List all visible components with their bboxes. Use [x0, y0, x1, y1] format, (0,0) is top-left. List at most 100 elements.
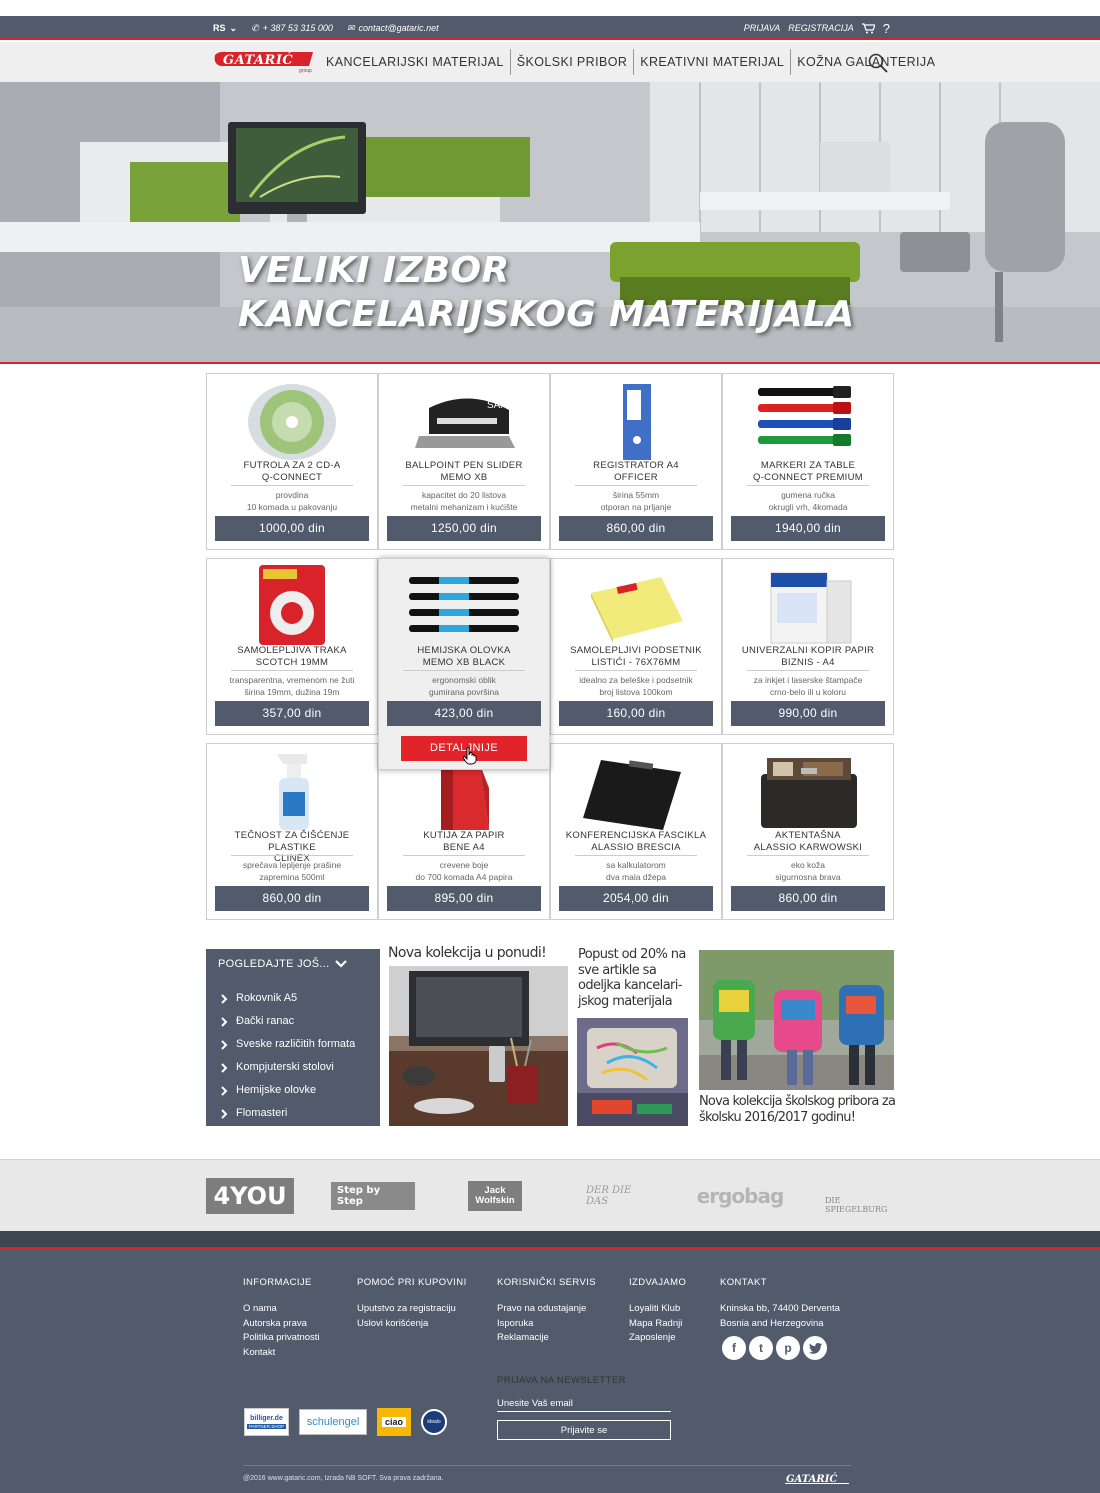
register-link[interactable]: REGISTRACIJA [788, 23, 854, 33]
footer-link-stores-map[interactable]: Mapa Radnji [629, 1317, 686, 1332]
footer-link-loyalty[interactable]: Loyaliti Klub [629, 1302, 686, 1317]
product-description: sprečava lepljenje prašine zapremina 500m… [213, 860, 371, 883]
product-name-line-1: UNIVERZALNI KOPIR PAPIR [741, 645, 875, 656]
product-price-button[interactable]: 357,00 din [215, 701, 369, 726]
brand-step-by-step[interactable]: Step by Step [331, 1178, 415, 1214]
badge-ciao[interactable]: ciao [377, 1408, 411, 1436]
product-desc-line-1: idealno za beleške i podsetnik [579, 675, 693, 685]
brand-spiegelburg[interactable]: DIE SPIEGELBURG [825, 1178, 899, 1214]
footer-logo[interactable]: GATARIĆ [785, 1471, 851, 1485]
product-price-button[interactable]: 860,00 din [731, 886, 885, 911]
product-card[interactable]: TEČNOST ZA ČIŠĆENJE PLASTIKE CLINEX spreča… [206, 743, 378, 920]
promo-image-kids[interactable] [699, 950, 894, 1090]
product-name-line-2: MEMO XB [440, 471, 488, 483]
product-card[interactable]: UNIVERZALNI KOPIR PAPIR BIZNIS - A4 za ink… [722, 558, 894, 735]
product-description: širina 55mm otporan na prljanje [557, 490, 715, 513]
nav-item-leather[interactable]: KOŽNA GALANTERIJA [791, 49, 941, 75]
more-links-item[interactable]: Đački ranac [220, 1010, 355, 1033]
chevron-down-icon[interactable] [334, 957, 348, 971]
more-links-item[interactable]: Rokovnik A5 [220, 987, 355, 1010]
login-link[interactable]: PRIJAVA [744, 23, 781, 33]
search-icon[interactable] [868, 53, 888, 73]
gataric-logo[interactable]: GATARIĆ group [213, 51, 315, 74]
product-card[interactable]: SAX BALLPOINT PEN SLIDER MEMO XB kapacitet … [378, 373, 550, 550]
promo-image-clips[interactable] [577, 1018, 688, 1126]
footer-link-terms[interactable]: Uslovi korišćenja [357, 1317, 467, 1332]
product-card[interactable]: KONFERENCIJSKA FASCIKLA ALASSIO BRESCIA sa… [550, 743, 722, 920]
product-price-button[interactable]: 860,00 din [215, 886, 369, 911]
brand-jack-wolfskin[interactable]: Jack Wolfskin [467, 1178, 523, 1214]
hero-banner[interactable]: VELIKI IZBOR KANCELARIJSKOG MATERIJALA [0, 82, 1100, 364]
badge-idealo[interactable]: idealo [421, 1409, 447, 1435]
product-card[interactable]: SAMOLEPLJIVI PODSETNIK LISTIĆI - 76X76mm i… [550, 558, 722, 735]
promo-image-desk[interactable] [389, 966, 568, 1126]
brand-ergobag[interactable]: ergobag [697, 1178, 785, 1214]
footer-link-registration[interactable]: Uputstvo za registraciju [357, 1302, 467, 1317]
help-icon[interactable]: ? [883, 21, 890, 36]
footer-link-about[interactable]: O nama [243, 1302, 320, 1317]
product-card[interactable]: HEMIJSKA OLOVKA MEMO XB BLACK ergonomski o… [378, 558, 550, 770]
footer-link-privacy[interactable]: Politika privatnosti [243, 1331, 320, 1346]
pinterest-icon[interactable]: p [776, 1336, 800, 1360]
product-name-line-2: Q-CONNECT PREMIUM [753, 471, 863, 483]
product-card[interactable]: AKTENTAŠNA ALASSIO KARWOWSKI eko koža sigur… [722, 743, 894, 920]
footer-col-help: POMOĆ PRI KUPOVINI Uputstvo za registrac… [357, 1277, 467, 1331]
footer-link-withdrawal[interactable]: Pravo na odustajanje [497, 1302, 596, 1317]
nav-item-office[interactable]: KANCELARIJSKI MATERIJAL [320, 49, 511, 75]
more-links-item[interactable]: Sveske različitih formata [220, 1033, 355, 1056]
footer-link-contact[interactable]: Kontakt [243, 1346, 320, 1361]
product-price-button[interactable]: 895,00 din [387, 886, 541, 911]
product-card[interactable]: REGISTRATOR A4 OFFICER širina 55mm otporan … [550, 373, 722, 550]
more-links-item[interactable]: Hemijske olovke [220, 1079, 355, 1102]
product-price-button[interactable]: 1250,00 din [387, 516, 541, 541]
hero-line-1: VELIKI IZBOR [238, 250, 510, 291]
twitter-icon[interactable] [803, 1336, 827, 1360]
brand-4you[interactable]: 4YOU [206, 1178, 294, 1214]
product-price-button[interactable]: 160,00 din [559, 701, 713, 726]
product-desc-line-1: ergonomski oblik [432, 675, 496, 685]
product-name-line-2: MEMO XB BLACK [422, 656, 506, 668]
tumblr-icon[interactable]: t [749, 1336, 773, 1360]
badge-schulengel[interactable]: schulengel [299, 1409, 367, 1435]
product-card[interactable]: SAMOLEPLJIVA TRAKA SCOTCH 19mm transparent… [206, 558, 378, 735]
product-card[interactable]: FUTROLA ZA 2 CD-A Q-CONNECT provdina 10 kom… [206, 373, 378, 550]
language-selector[interactable]: RS ⌄ [213, 23, 237, 34]
product-name: SAMOLEPLJIVA TRAKA SCOTCH 19mm [215, 645, 369, 668]
product-description: ergonomski oblik gumirana površina [385, 675, 543, 698]
footer-link-delivery[interactable]: Isporuka [497, 1317, 596, 1332]
product-description: idealno za beleške i podsetnik broj listo… [557, 675, 715, 698]
newsletter-subscribe-button[interactable]: Prijavite se [497, 1420, 671, 1440]
more-links-item[interactable]: Kompjuterski stolovi [220, 1056, 355, 1079]
product-name: HEMIJSKA OLOVKA MEMO XB BLACK [387, 645, 541, 668]
nav-item-creative[interactable]: KREATIVNI MATERIJAL [634, 49, 792, 75]
footer-link-jobs[interactable]: Zaposlenje [629, 1331, 686, 1346]
product-price-button[interactable]: 423,00 din [387, 701, 541, 726]
footer: INFORMACIJE O nama Autorska prava Politi… [0, 1231, 1100, 1493]
product-price-button[interactable]: 1000,00 din [215, 516, 369, 541]
product-name: AKTENTAŠNA ALASSIO KARWOWSKI [731, 830, 885, 853]
product-name: REGISTRATOR A4 OFFICER [559, 460, 713, 483]
footer-address-line-2: Bosnia and Herzegovina [720, 1317, 824, 1329]
product-price-button[interactable]: 860,00 din [559, 516, 713, 541]
product-price-button[interactable]: 1940,00 din [731, 516, 885, 541]
brand-der-die-das[interactable]: DER DIE DAS [586, 1178, 648, 1214]
hero-line-2: KANCELARIJSKOG MATERIJALA [238, 294, 855, 335]
cart-icon[interactable] [861, 22, 875, 34]
promo-2-line-4: jskog materijala [578, 993, 673, 1009]
email-info[interactable]: ✉ contact@gataric.net [347, 23, 439, 34]
more-links-item[interactable]: Flomasteri [220, 1102, 355, 1125]
nav-item-school[interactable]: ŠKOLSKI PRIBOR [511, 49, 635, 75]
newsletter-email-field[interactable] [497, 1396, 671, 1412]
facebook-icon[interactable]: f [722, 1336, 746, 1360]
badge-billiger[interactable]: billiger.de PARTNER-SHOP [244, 1408, 289, 1436]
footer-link-complaints[interactable]: Reklamacije [497, 1331, 596, 1346]
product-desc-line-1: crevene boje [439, 860, 489, 870]
product-price-button[interactable]: 990,00 din [731, 701, 885, 726]
product-name-line-1: KONFERENCIJSKA FASCIKLA [565, 830, 707, 841]
product-price-button[interactable]: 2054,00 din [559, 886, 713, 911]
footer-col-service: KORISNIČKI SERVIS Pravo na odustajanje I… [497, 1277, 596, 1346]
product-description: eko koža sigurnosna brava [729, 860, 887, 883]
product-card[interactable]: MARKERI ZA TABLE Q-CONNECT PREMIUM gumena … [722, 373, 894, 550]
kids-photo [699, 950, 894, 1090]
footer-link-copyright[interactable]: Autorska prava [243, 1317, 320, 1332]
